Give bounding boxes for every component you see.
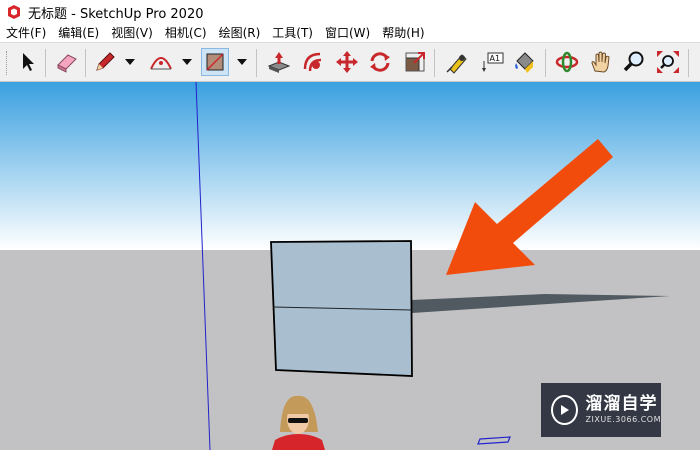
move-arrows-icon	[336, 51, 358, 73]
zoom-extents-tool-button[interactable]	[654, 48, 682, 76]
menu-tools[interactable]: 工具(T)	[266, 24, 319, 42]
menu-camera[interactable]: 相机(C)	[159, 24, 213, 42]
zoom-tool-button[interactable]	[620, 48, 648, 76]
arc-tool-button[interactable]	[147, 48, 175, 76]
tape-measure-icon	[446, 54, 467, 74]
menu-draw[interactable]: 绘图(R)	[213, 24, 267, 42]
chevron-down-icon	[237, 59, 247, 65]
pencil-icon	[96, 52, 115, 71]
sketchup-logo-icon	[8, 5, 20, 19]
tape-measure-tool-button[interactable]	[443, 48, 471, 76]
text-tool-label: A1	[490, 54, 501, 63]
chevron-down-icon	[125, 59, 135, 65]
watermark-url: ZIXUE.3066.COM	[585, 415, 661, 424]
orbit-icon	[555, 51, 579, 73]
watermark-brand: 溜溜自学	[585, 394, 658, 414]
eraser-tool-button[interactable]	[53, 48, 81, 76]
menu-bar: 文件(F) 编辑(E) 视图(V) 相机(C) 绘图(R) 工具(T) 窗口(W…	[0, 24, 700, 42]
menu-view[interactable]: 视图(V)	[105, 24, 159, 42]
toolbar-grip[interactable]	[6, 51, 10, 75]
chevron-down-icon	[182, 59, 192, 65]
rotate-tool-button[interactable]	[366, 48, 394, 76]
follow-me-icon	[303, 52, 322, 72]
rectangle-icon	[206, 53, 224, 71]
hand-icon	[591, 51, 610, 73]
zoom-extents-icon	[657, 51, 679, 73]
paint-bucket-tool-button[interactable]	[510, 48, 538, 76]
push-pull-tool-button[interactable]	[265, 48, 293, 76]
watermark-text: 溜溜自学 ZIXUE.3066.COM	[586, 394, 661, 426]
follow-me-tool-button[interactable]	[299, 48, 327, 76]
toolbar-separator	[688, 49, 689, 77]
rotate-icon	[370, 52, 390, 72]
toolbar-separator	[545, 49, 546, 77]
toolbar-separator	[256, 49, 257, 77]
orbit-tool-button[interactable]	[553, 48, 581, 76]
text-label-icon: A1	[482, 52, 504, 72]
scale-icon	[405, 52, 425, 72]
line-tool-button[interactable]	[91, 48, 119, 76]
magnifier-icon	[623, 51, 644, 72]
paint-bucket-icon	[515, 52, 534, 73]
window-title: 无标题 - SketchUp Pro 2020	[28, 6, 204, 22]
title-bar: 无标题 - SketchUp Pro 2020	[0, 0, 700, 24]
pan-tool-button[interactable]	[587, 48, 615, 76]
menu-edit[interactable]: 编辑(E)	[52, 24, 105, 42]
rectangle-tool-dropdown[interactable]	[235, 48, 249, 76]
move-tool-button[interactable]	[333, 48, 361, 76]
play-logo-icon	[551, 395, 578, 425]
push-pull-icon	[267, 52, 291, 73]
arrow-cursor-icon	[23, 53, 34, 71]
menu-help[interactable]: 帮助(H)	[376, 24, 430, 42]
toolbar-separator	[434, 49, 435, 77]
arc-icon	[150, 57, 172, 70]
watermark: 溜溜自学 ZIXUE.3066.COM	[541, 383, 661, 437]
select-tool-button[interactable]	[13, 48, 41, 76]
text-tool-button[interactable]: A1	[478, 48, 506, 76]
toolbar-separator	[85, 49, 86, 77]
scale-tool-button[interactable]	[401, 48, 429, 76]
arc-tool-dropdown[interactable]	[180, 48, 194, 76]
main-toolbar: A1	[0, 42, 700, 82]
rectangle-tool-button[interactable]	[201, 48, 229, 76]
line-tool-dropdown[interactable]	[123, 48, 137, 76]
eraser-icon	[57, 54, 77, 73]
menu-window[interactable]: 窗口(W)	[319, 24, 376, 42]
menu-file[interactable]: 文件(F)	[0, 24, 52, 42]
toolbar-separator	[45, 49, 46, 77]
